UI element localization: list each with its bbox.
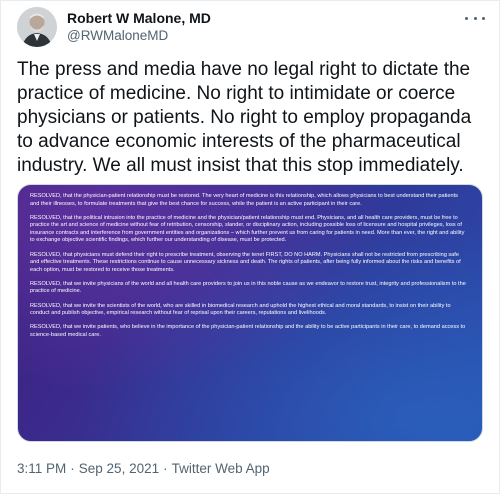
- tweet-text: The press and media have no legal right …: [17, 59, 472, 176]
- tweet-card: Robert W Malone, MD @RWMaloneMD The pres…: [0, 0, 500, 494]
- meta-separator: ·: [163, 461, 168, 476]
- more-horizontal-icon[interactable]: [465, 11, 485, 25]
- media-paragraph: RESOLVED, that we invite physicians of t…: [30, 280, 466, 295]
- more-dot: [473, 16, 477, 20]
- tweet-source[interactable]: Twitter Web App: [172, 460, 270, 478]
- meta-separator: ·: [70, 461, 75, 476]
- author-handle[interactable]: @RWMaloneMD: [67, 27, 211, 45]
- avatar[interactable]: [17, 7, 57, 47]
- tweet-time[interactable]: 3:11 PM: [17, 460, 66, 478]
- more-dot: [465, 16, 468, 20]
- media-paragraph: RESOLVED, that we invite patients, who b…: [30, 324, 466, 338]
- media-paragraph: RESOLVED, that the political intrusion i…: [30, 214, 465, 244]
- tweet-media-image[interactable]: RESOLVED, that the physician-patient rel…: [17, 184, 483, 442]
- media-paragraph: RESOLVED, that we invite the scientists …: [30, 302, 451, 317]
- tweet-date[interactable]: Sep 25, 2021: [79, 460, 159, 478]
- media-text-block: RESOLVED, that the physician-patient rel…: [18, 185, 482, 352]
- media-paragraph: RESOLVED, that physicians must defend th…: [30, 251, 461, 273]
- author-block: Robert W Malone, MD @RWMaloneMD: [67, 9, 211, 45]
- media-paragraph: RESOLVED, that the physician-patient rel…: [30, 193, 458, 207]
- tweet-metadata: 3:11 PM · Sep 25, 2021 · Twitter Web App: [17, 460, 270, 478]
- more-dot: [482, 16, 485, 20]
- author-display-name[interactable]: Robert W Malone, MD: [67, 9, 211, 27]
